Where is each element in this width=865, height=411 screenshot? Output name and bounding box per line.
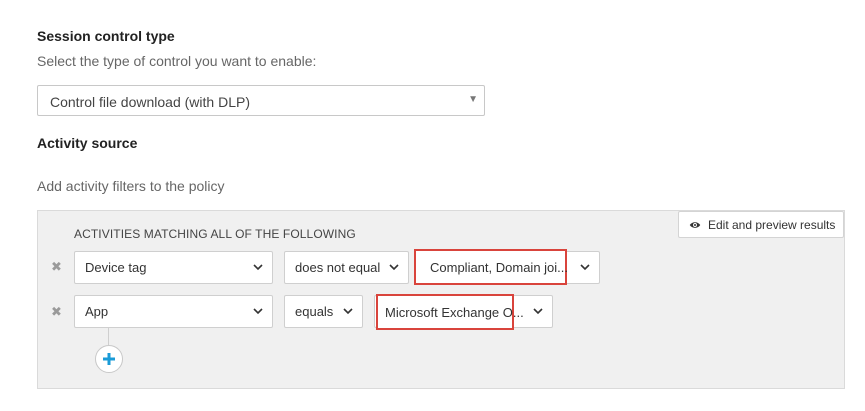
filter-operator-value: equals	[295, 304, 334, 319]
filter-value-highlight: Compliant, Domain joi...	[414, 249, 568, 285]
edit-preview-results-button[interactable]: Edit and preview results	[678, 211, 844, 238]
remove-filter-close-icon[interactable]: ✖	[51, 304, 62, 320]
activity-source-heading: Activity source	[37, 135, 138, 151]
remove-filter-close-icon[interactable]: ✖	[51, 259, 62, 275]
chevron-down-icon	[253, 264, 263, 271]
session-control-type-dropdown[interactable]: Control file download (with DLP) ▼	[37, 85, 485, 116]
filter-operator-value: does not equal	[295, 260, 381, 275]
caret-down-icon: ▼	[468, 94, 478, 105]
filter-field-value: App	[85, 304, 109, 319]
filter-field-dropdown[interactable]: App	[74, 295, 273, 328]
filter-field-dropdown[interactable]: Device tag	[74, 251, 273, 284]
filter-value-text: Microsoft Exchange O...	[385, 305, 524, 320]
chevron-down-icon	[389, 264, 399, 271]
plus-icon	[103, 353, 115, 365]
filters-panel-title: ACTIVITIES MATCHING ALL OF THE FOLLOWING	[74, 227, 356, 241]
filter-value-text: Compliant, Domain joi...	[430, 260, 568, 275]
chevron-down-icon	[533, 308, 543, 315]
session-control-description: Select the type of control you want to e…	[37, 53, 317, 69]
filter-connector-line	[108, 328, 109, 345]
filter-operator-dropdown[interactable]: does not equal	[284, 251, 409, 284]
filter-value-highlight: Microsoft Exchange O...	[376, 294, 524, 330]
add-filter-button[interactable]	[95, 345, 123, 373]
chevron-down-icon	[343, 308, 353, 315]
edit-preview-results-label: Edit and preview results	[708, 217, 836, 232]
chevron-down-icon	[580, 264, 590, 271]
session-control-type-value: Control file download (with DLP)	[50, 94, 250, 110]
chevron-down-icon	[253, 308, 263, 315]
filter-operator-dropdown[interactable]: equals	[284, 295, 363, 328]
eye-icon	[689, 221, 701, 228]
session-control-heading: Session control type	[37, 28, 175, 44]
activity-source-description: Add activity filters to the policy	[37, 178, 225, 194]
filter-field-value: Device tag	[85, 260, 147, 275]
